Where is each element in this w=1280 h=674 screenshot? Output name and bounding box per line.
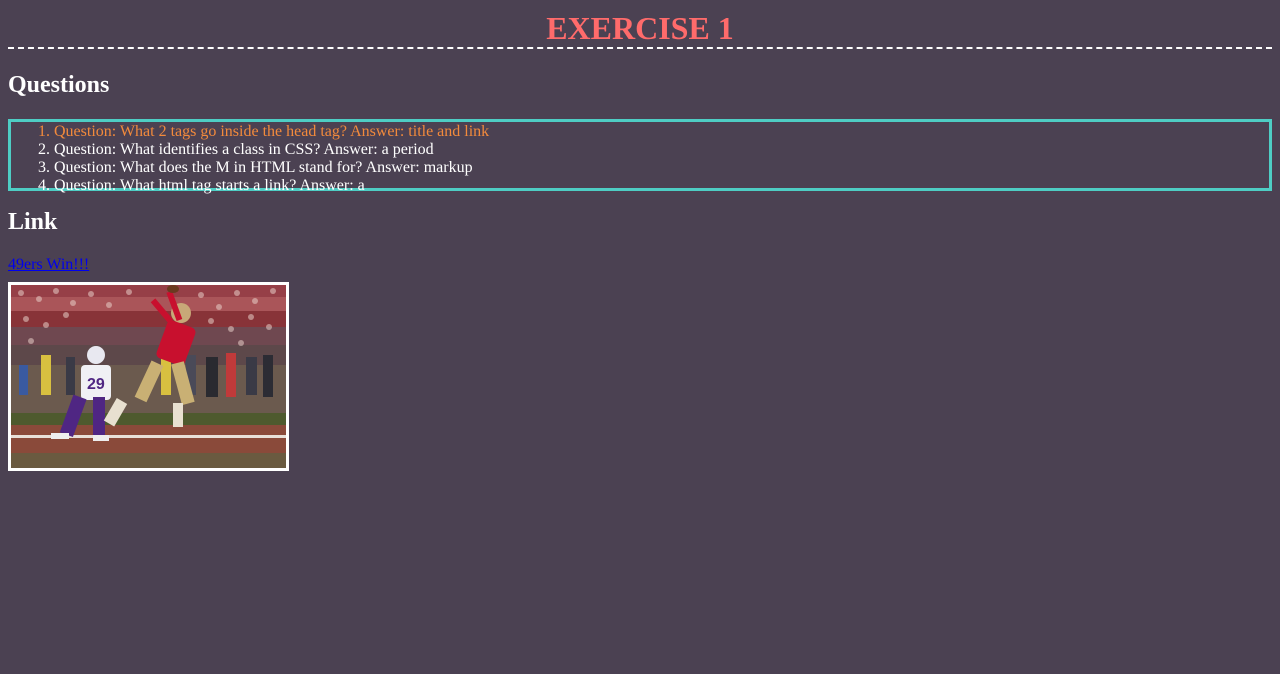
page: EXERCISE 1 Questions Question: What 2 ta… [0,10,1280,471]
questions-list: Question: What 2 tags go inside the head… [11,123,1269,195]
49ers-win-link[interactable]: 49ers Win!!! [8,256,89,273]
questions-heading: Questions [8,72,110,98]
question-item-3: Question: What does the M in HTML stand … [54,159,1269,177]
football-photo-image: 29 [11,285,286,468]
svg-text:29: 29 [87,376,105,393]
question-item-1: Question: What 2 tags go inside the head… [54,123,1269,141]
questions-box: Question: What 2 tags go inside the head… [8,119,1272,194]
question-item-2: Question: What identifies a class in CSS… [54,141,1269,159]
link-paragraph: 49ers Win!!! [8,256,1272,274]
question-item-4: Question: What html tag starts a link? A… [54,177,1269,195]
page-title: EXERCISE 1 [8,10,1272,49]
football-photo: 29 [8,282,289,471]
link-heading: Link [8,209,58,235]
